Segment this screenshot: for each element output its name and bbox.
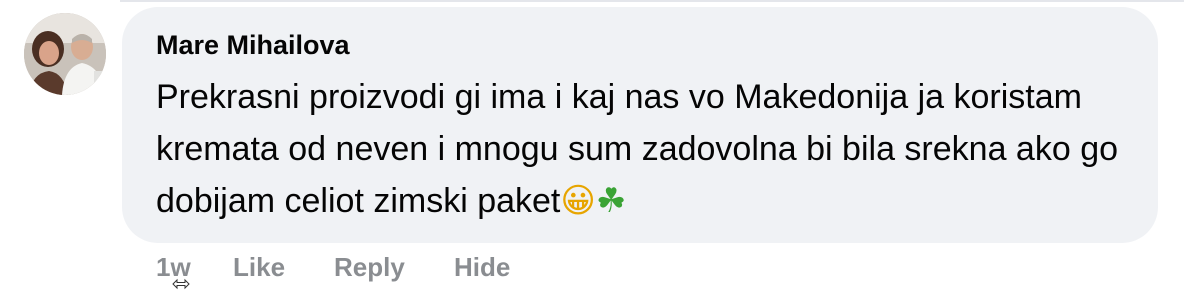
author-name[interactable]: Mare Mihailova [156, 30, 350, 61]
shamrock-emoji-icon: ☘ [595, 181, 627, 221]
comment: Mare Mihailova Prekrasni proizvodi gi im… [0, 0, 1184, 291]
grinning-face-emoji-icon: 😀 [560, 181, 596, 221]
reply-button[interactable]: Reply [334, 252, 405, 283]
horizontal-resize-cursor-icon [172, 278, 190, 290]
hide-button[interactable]: Hide [454, 252, 510, 283]
comment-text: Prekrasni proizvodi gi ima i kaj nas vo … [156, 71, 1126, 227]
profile-photo-icon [24, 13, 106, 95]
comment-body: Prekrasni proizvodi gi ima i kaj nas vo … [156, 78, 1119, 220]
like-button[interactable]: Like [233, 252, 285, 283]
avatar[interactable] [24, 13, 106, 95]
